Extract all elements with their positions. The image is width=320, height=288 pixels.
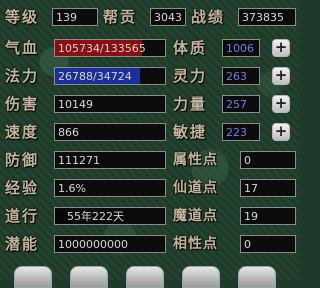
plus-icon: + — [274, 38, 288, 56]
defense-label: 防御 — [5, 151, 40, 169]
spirit-value: 263 — [222, 67, 260, 85]
merit-value: 373835 — [238, 8, 296, 26]
attribute-points-label: 属性点 — [173, 152, 218, 168]
level-value: 139 — [52, 8, 98, 26]
defense-value: 111271 — [54, 151, 166, 169]
agility-value: 223 — [222, 123, 260, 141]
bottom-tab-button[interactable] — [126, 266, 164, 288]
bottom-tab-button[interactable] — [182, 266, 220, 288]
speed-label: 速度 — [5, 123, 40, 141]
hp-label: 气血 — [5, 39, 40, 57]
experience-label: 经验 — [5, 179, 40, 197]
damage-value: 10149 — [54, 95, 166, 113]
damage-label: 伤害 — [5, 95, 40, 113]
bottom-tab-button[interactable] — [238, 266, 276, 288]
add-strength-button[interactable]: + — [272, 95, 290, 113]
tao-value: 55年222天 — [67, 210, 124, 223]
plus-icon: + — [274, 66, 288, 84]
level-label: 等级 — [5, 8, 40, 26]
tao-field: 55年222天 — [54, 207, 166, 225]
strength-label: 力量 — [173, 95, 208, 113]
strength-value: 257 — [222, 95, 260, 113]
add-constitution-button[interactable]: + — [272, 39, 290, 57]
demon-points-label: 魔道点 — [173, 208, 218, 224]
merit-label: 战绩 — [191, 8, 226, 26]
affinity-points-label: 相性点 — [173, 236, 218, 252]
attribute-points-value: 0 — [240, 151, 296, 169]
add-agility-button[interactable]: + — [272, 123, 290, 141]
mp-value: 26788/34724 — [58, 70, 132, 83]
experience-value: 1.6% — [54, 179, 166, 197]
potential-value: 1000000000 — [54, 235, 166, 253]
hp-value: 105734/133565 — [58, 42, 146, 55]
constitution-label: 体质 — [173, 39, 208, 57]
contribution-value: 3043 — [150, 8, 186, 26]
add-spirit-button[interactable]: + — [272, 67, 290, 85]
mp-field: 26788/34724 — [54, 67, 166, 85]
potential-label: 潜能 — [5, 235, 40, 253]
contribution-label: 帮贡 — [103, 8, 138, 26]
bottom-tab-button[interactable] — [70, 266, 108, 288]
tao-label: 道行 — [5, 207, 40, 225]
speed-value: 866 — [54, 123, 166, 141]
agility-label: 敏捷 — [173, 123, 208, 141]
bottom-tab-button[interactable] — [14, 266, 52, 288]
demon-points-value: 19 — [240, 207, 296, 225]
mp-label: 法力 — [5, 67, 40, 85]
hp-field: 105734/133565 — [54, 39, 166, 57]
constitution-value: 1006 — [222, 39, 260, 57]
plus-icon: + — [274, 94, 288, 112]
immortal-points-label: 仙道点 — [173, 180, 218, 196]
redacted-mark — [58, 211, 66, 223]
affinity-points-value: 0 — [240, 235, 296, 253]
spirit-label: 灵力 — [173, 67, 208, 85]
plus-icon: + — [274, 122, 288, 140]
character-attributes-panel: 等级 139 帮贡 3043 战绩 373835 气血 法力 伤害 速度 防御 … — [0, 0, 300, 288]
immortal-points-value: 17 — [240, 179, 296, 197]
